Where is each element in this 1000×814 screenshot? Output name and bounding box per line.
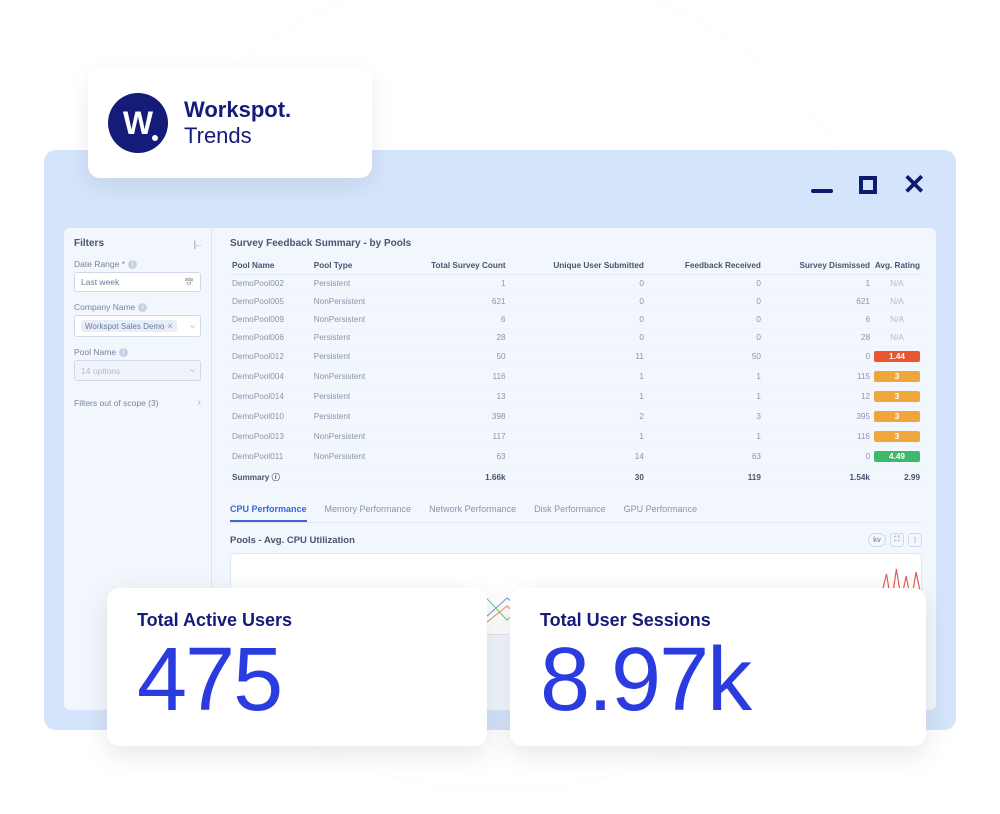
- col-dismissed[interactable]: Survey Dismissed: [763, 257, 872, 275]
- pool-placeholder: 14 options: [81, 366, 120, 376]
- chart-tool-expand[interactable]: ⛶: [890, 533, 904, 547]
- chart-title-text: Pools - Avg. CPU Utilization: [230, 535, 355, 546]
- pool-name-select[interactable]: 14 options: [74, 360, 201, 381]
- tab-memory[interactable]: Memory Performance: [325, 504, 412, 522]
- table-row[interactable]: DemoPool012Persistent50115001.44: [230, 347, 922, 367]
- tab-network[interactable]: Network Performance: [429, 504, 516, 522]
- stat-card-active-users: Total Active Users 475: [107, 588, 487, 746]
- info-icon[interactable]: i: [128, 260, 137, 269]
- brand-text: Workspot. Trends: [184, 97, 291, 149]
- table-row[interactable]: DemoPool005NonPersistent62100621N/A: [230, 293, 922, 311]
- chevron-down-icon: [187, 369, 198, 372]
- filters-title: Filters |←: [74, 238, 201, 249]
- company-value: Workspot Sales Demo: [85, 322, 164, 331]
- brand-name: Workspot.: [184, 97, 291, 123]
- chart-tools: kv ⛶ ⋮: [868, 533, 922, 547]
- company-label: Company Name i: [74, 302, 201, 312]
- company-chip[interactable]: Workspot Sales Demo: [81, 320, 177, 332]
- table-summary-row: Summary ⓘ1.66k301191.54k2.99: [230, 467, 922, 488]
- pool-name-label: Pool Name i: [74, 347, 201, 357]
- out-of-scope-label: Filters out of scope (3): [74, 398, 159, 408]
- filters-title-text: Filters: [74, 238, 104, 249]
- survey-section-title: Survey Feedback Summary - by Pools: [230, 238, 922, 249]
- date-range-label: Date Range * i: [74, 259, 201, 269]
- chart-tool-menu[interactable]: ⋮: [908, 533, 922, 547]
- date-range-value: Last week: [81, 277, 119, 287]
- active-users-label: Total Active Users: [137, 610, 457, 631]
- minimize-icon[interactable]: [811, 189, 833, 193]
- logo-letter: W: [123, 105, 153, 142]
- table-row[interactable]: DemoPool004NonPersistent116111153: [230, 367, 922, 387]
- collapse-icon[interactable]: |←: [193, 239, 201, 249]
- performance-tabs: CPU Performance Memory Performance Netwo…: [230, 504, 922, 523]
- brand-card: W Workspot. Trends: [88, 68, 372, 178]
- table-row[interactable]: DemoPool013NonPersistent117111163: [230, 427, 922, 447]
- info-icon[interactable]: i: [119, 348, 128, 357]
- close-icon[interactable]: ✕: [903, 176, 926, 194]
- col-unique-user[interactable]: Unique User Submitted: [508, 257, 646, 275]
- user-sessions-label: Total User Sessions: [540, 610, 896, 631]
- tab-gpu[interactable]: GPU Performance: [624, 504, 698, 522]
- workspot-logo: W: [108, 93, 168, 153]
- user-sessions-value: 8.97k: [540, 633, 896, 728]
- table-row[interactable]: DemoPool006Persistent280028N/A: [230, 329, 922, 347]
- window-controls: ✕: [811, 176, 926, 194]
- chevron-right-icon: [198, 397, 201, 408]
- tab-cpu[interactable]: CPU Performance: [230, 504, 307, 522]
- col-total-survey[interactable]: Total Survey Count: [393, 257, 508, 275]
- col-pool-type[interactable]: Pool Type: [312, 257, 393, 275]
- info-icon[interactable]: i: [138, 303, 147, 312]
- chevron-down-icon: [187, 324, 198, 327]
- chart-tool-kv[interactable]: kv: [868, 533, 886, 547]
- table-row[interactable]: DemoPool014Persistent1311123: [230, 387, 922, 407]
- col-pool-name[interactable]: Pool Name: [230, 257, 312, 275]
- col-feedback[interactable]: Feedback Received: [646, 257, 763, 275]
- calendar-icon: [184, 277, 194, 287]
- brand-subtitle: Trends: [184, 123, 291, 149]
- remove-chip-icon[interactable]: [167, 321, 172, 331]
- maximize-icon[interactable]: [859, 176, 877, 194]
- filters-out-of-scope[interactable]: Filters out of scope (3): [74, 397, 201, 408]
- active-users-value: 475: [137, 633, 457, 728]
- company-select[interactable]: Workspot Sales Demo: [74, 315, 201, 337]
- table-row[interactable]: DemoPool010Persistent398233953: [230, 407, 922, 427]
- date-range-select[interactable]: Last week: [74, 272, 201, 292]
- table-row[interactable]: DemoPool009NonPersistent6006N/A: [230, 311, 922, 329]
- col-rating[interactable]: Avg. Rating: [872, 257, 922, 275]
- survey-table: Pool Name Pool Type Total Survey Count U…: [230, 257, 922, 488]
- stat-card-user-sessions: Total User Sessions 8.97k: [510, 588, 926, 746]
- table-row[interactable]: DemoPool002Persistent1001N/A: [230, 275, 922, 293]
- table-row[interactable]: DemoPool011NonPersistent63146304.49: [230, 447, 922, 467]
- tab-disk[interactable]: Disk Performance: [534, 504, 606, 522]
